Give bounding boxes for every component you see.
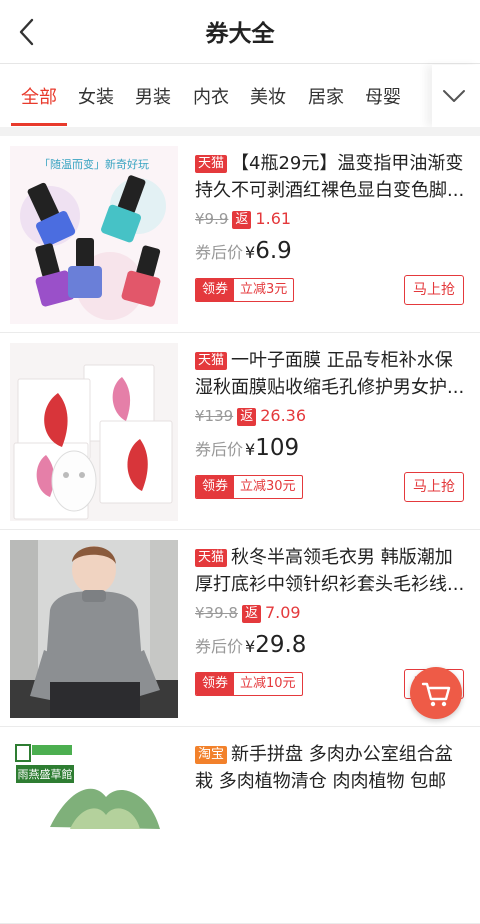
category-tabs: 全部 女装 男装 内衣 美妆 居家 母婴 bbox=[0, 65, 480, 127]
product-title-text: 秋冬半高领毛衣男 韩版潮加厚打底衫中领针织衫套头毛衫线... bbox=[195, 547, 465, 595]
product-title-text: 新手拼盘 多肉办公室组合盆栽 多肉植物清仓 肉肉植物 包邮 bbox=[195, 744, 453, 792]
tab-underwear[interactable]: 内衣 bbox=[193, 83, 229, 109]
rebate-badge: 返 bbox=[241, 605, 261, 623]
product-item[interactable]: 「随温而变」新奇好玩 天猫 【4瓶29元】温变指甲油渐变持久不可剥酒红裸色显白变色… bbox=[0, 136, 480, 333]
taobao-badge: 淘宝 bbox=[195, 746, 228, 764]
currency-symbol: ¥ bbox=[245, 243, 256, 262]
cart-fab-button[interactable] bbox=[410, 667, 462, 719]
product-title-text: 【4瓶29元】温变指甲油渐变持久不可剥酒红裸色显白变色脚... bbox=[195, 153, 465, 201]
original-price: ¥139 bbox=[195, 407, 234, 425]
coupon-amount: 立减3元 bbox=[240, 282, 288, 297]
product-title[interactable]: 天猫 【4瓶29元】温变指甲油渐变持久不可剥酒红裸色显白变色脚... bbox=[195, 150, 467, 204]
rebate-badge: 返 bbox=[237, 408, 257, 426]
original-price: ¥39.8 bbox=[195, 604, 238, 622]
coupon-tag[interactable]: 领券 立减3元 bbox=[195, 278, 295, 302]
currency-symbol: ¥ bbox=[245, 637, 256, 656]
tmall-badge: 天猫 bbox=[195, 549, 228, 567]
coupon-amount: 立减10元 bbox=[240, 676, 296, 691]
product-item[interactable]: 天猫 秋冬半高领毛衣男 韩版潮加厚打底衫中领针织衫套头毛衫线... ¥39.8 返 7… bbox=[0, 530, 480, 727]
tab-all[interactable]: 全部 bbox=[21, 83, 57, 109]
coupon-tag[interactable]: 领券 立减30元 bbox=[195, 475, 303, 499]
final-price: 29.8 bbox=[255, 632, 307, 658]
final-price-label: 券后价 bbox=[195, 637, 244, 656]
tmall-badge: 天猫 bbox=[195, 352, 228, 370]
product-title-text: 一叶子面膜 正品专柜补水保湿秋面膜贴收缩毛孔修护男女护... bbox=[195, 350, 465, 398]
final-price-label: 券后价 bbox=[195, 440, 244, 459]
coupon-label: 领券 bbox=[196, 476, 235, 498]
tabs-expand-button[interactable] bbox=[432, 65, 480, 127]
product-image-nail-polish[interactable]: 「随温而变」新奇好玩 bbox=[10, 146, 178, 324]
shop-logo-text: 雨燕盛草館 bbox=[18, 767, 73, 781]
active-tab-indicator bbox=[11, 123, 67, 126]
product-image-succulents[interactable]: 雨燕盛草館 bbox=[10, 737, 178, 915]
price-row: ¥9.9 返 1.61 bbox=[195, 208, 291, 230]
rebate-badge: 返 bbox=[232, 211, 252, 229]
final-price: 109 bbox=[255, 435, 300, 461]
final-price-row: 券后价 ¥6.9 bbox=[195, 238, 292, 268]
rebate-value: 7.09 bbox=[264, 603, 301, 622]
tab-mens[interactable]: 男装 bbox=[135, 83, 171, 109]
page-title: 券大全 bbox=[205, 21, 275, 47]
final-price-label: 券后价 bbox=[195, 243, 244, 262]
chevron-down-icon bbox=[443, 90, 465, 102]
original-price: ¥9.9 bbox=[195, 210, 229, 228]
product-image-sweater[interactable] bbox=[10, 540, 178, 718]
product-title[interactable]: 天猫 秋冬半高领毛衣男 韩版潮加厚打底衫中领针织衫套头毛衫线... bbox=[195, 544, 467, 598]
final-price-row: 券后价 ¥29.8 bbox=[195, 632, 306, 662]
tab-home[interactable]: 居家 bbox=[308, 83, 344, 109]
final-price: 6.9 bbox=[255, 238, 292, 264]
product-item[interactable]: 天猫 一叶子面膜 正品专柜补水保湿秋面膜贴收缩毛孔修护男女护... ¥139 返 26… bbox=[0, 333, 480, 530]
price-row: ¥139 返 26.36 bbox=[195, 405, 306, 427]
price-row: ¥39.8 返 7.09 bbox=[195, 602, 301, 624]
buy-now-button[interactable]: 马上抢 bbox=[404, 472, 464, 502]
top-bar: 券大全 bbox=[0, 0, 480, 64]
section-divider bbox=[0, 127, 480, 136]
product-list: 「随温而变」新奇好玩 天猫 【4瓶29元】温变指甲油渐变持久不可剥酒红裸色显白变色… bbox=[0, 136, 480, 924]
coupon-tag[interactable]: 领券 立减10元 bbox=[195, 672, 303, 696]
final-price-row: 券后价 ¥109 bbox=[195, 435, 299, 465]
tab-baby[interactable]: 母婴 bbox=[365, 83, 401, 109]
tabs-fade bbox=[414, 65, 432, 127]
tmall-badge: 天猫 bbox=[195, 155, 228, 173]
coupon-amount: 立减30元 bbox=[240, 479, 296, 494]
rebate-value: 1.61 bbox=[255, 209, 292, 228]
buy-now-button[interactable]: 马上抢 bbox=[404, 275, 464, 305]
tab-beauty[interactable]: 美妆 bbox=[250, 83, 286, 109]
tab-womens[interactable]: 女装 bbox=[78, 83, 114, 109]
product-item[interactable]: 雨燕盛草館 淘宝 新手拼盘 多肉办公室组合盆栽 多肉植物清仓 肉肉植物 包邮 bbox=[0, 727, 480, 924]
product-title[interactable]: 天猫 一叶子面膜 正品专柜补水保湿秋面膜贴收缩毛孔修护男女护... bbox=[195, 347, 467, 401]
currency-symbol: ¥ bbox=[245, 440, 256, 459]
coupon-label: 领券 bbox=[196, 279, 235, 301]
product-image-face-mask[interactable] bbox=[10, 343, 178, 521]
thumb-slogan: 「随温而变」新奇好玩 bbox=[39, 157, 149, 171]
product-title[interactable]: 淘宝 新手拼盘 多肉办公室组合盆栽 多肉植物清仓 肉肉植物 包邮 bbox=[195, 741, 467, 795]
rebate-value: 26.36 bbox=[260, 406, 307, 425]
coupon-label: 领券 bbox=[196, 673, 235, 695]
shopping-cart-icon bbox=[421, 682, 451, 707]
